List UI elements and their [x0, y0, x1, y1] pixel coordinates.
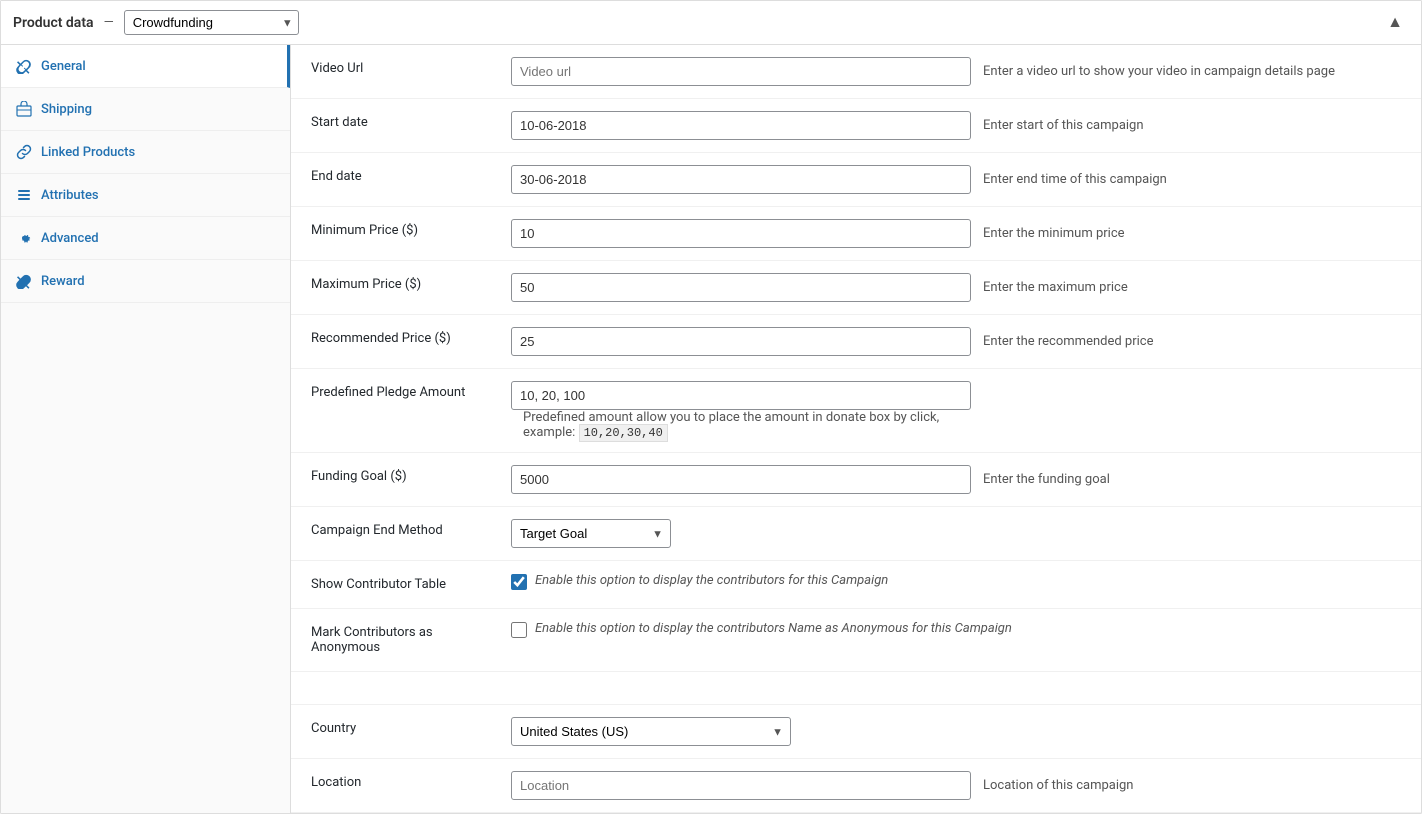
field-row-recommended-price: Enter the recommended price	[511, 327, 1401, 356]
checkbox-label-mark-contributors-anonymous: Enable this option to display the contri…	[535, 621, 1012, 636]
row-location: Location Location of this campaign	[291, 759, 1421, 813]
sidebar-item-label-attributes: Attributes	[41, 188, 99, 203]
label-location: Location	[311, 775, 361, 790]
sidebar-item-label-reward: Reward	[41, 274, 85, 289]
row-end-date: End date Enter end time of this campaign	[291, 153, 1421, 207]
label-campaign-end-method: Campaign End Method	[311, 523, 443, 538]
hint-predefined-pledge: Predefined amount allow you to place the…	[523, 410, 943, 440]
link-icon	[15, 143, 33, 161]
row-recommended-price: Recommended Price ($) Enter the recommen…	[291, 315, 1421, 369]
field-row-predefined-pledge: Predefined amount allow you to place the…	[511, 381, 1401, 440]
box-icon	[15, 100, 33, 118]
collapse-button[interactable]: ▲	[1381, 12, 1409, 34]
hint-location: Location of this campaign	[983, 778, 1133, 793]
label-country: Country	[311, 721, 356, 736]
input-minimum-price[interactable]	[511, 219, 971, 248]
header-right: ▲	[1381, 12, 1409, 34]
row-funding-goal: Funding Goal ($) Enter the funding goal	[291, 453, 1421, 507]
sidebar-item-shipping[interactable]: Shipping	[1, 88, 290, 131]
sidebar-item-advanced[interactable]: Advanced	[1, 217, 290, 260]
form-table: Video Url Enter a video url to show your…	[291, 45, 1421, 813]
row-video-url: Video Url Enter a video url to show your…	[291, 45, 1421, 99]
input-maximum-price[interactable]	[511, 273, 971, 302]
product-data-dash: —	[104, 15, 114, 30]
predefined-pledge-code-example: 10,20,30,40	[579, 424, 668, 442]
field-row-start-date: Enter start of this campaign	[511, 111, 1401, 140]
hint-start-date: Enter start of this campaign	[983, 118, 1144, 133]
row-start-date: Start date Enter start of this campaign	[291, 99, 1421, 153]
checkbox-mark-contributors-anonymous[interactable]	[511, 622, 527, 638]
spacer-row	[291, 672, 1421, 705]
row-show-contributor-table: Show Contributor Table Enable this optio…	[291, 561, 1421, 609]
campaign-end-method-select-wrapper: Target Goal End Date Both ▼	[511, 519, 671, 548]
product-type-select-wrapper: Crowdfunding Simple product Grouped prod…	[124, 10, 299, 35]
input-recommended-price[interactable]	[511, 327, 971, 356]
label-end-date: End date	[311, 169, 362, 184]
checkbox-row-mark-contributors-anonymous: Enable this option to display the contri…	[511, 621, 1401, 638]
checkbox-show-contributor-table[interactable]	[511, 574, 527, 590]
sidebar-item-attributes[interactable]: Attributes	[1, 174, 290, 217]
field-row-minimum-price: Enter the minimum price	[511, 219, 1401, 248]
label-minimum-price: Minimum Price ($)	[311, 223, 418, 238]
sidebar-item-linked-products[interactable]: Linked Products	[1, 131, 290, 174]
product-data-body: General Shipping Linked Products Attribu…	[1, 45, 1421, 813]
row-country: Country United States (US) United Kingdo…	[291, 705, 1421, 759]
input-start-date[interactable]	[511, 111, 971, 140]
sidebar-item-label-shipping: Shipping	[41, 102, 92, 117]
input-predefined-pledge[interactable]	[511, 381, 971, 410]
hint-end-date: Enter end time of this campaign	[983, 172, 1167, 187]
hint-predefined-pledge-wrapper: Predefined amount allow you to place the…	[523, 410, 943, 440]
field-row-funding-goal: Enter the funding goal	[511, 465, 1401, 494]
sidebar-item-label-general: General	[41, 59, 86, 74]
hint-maximum-price: Enter the maximum price	[983, 280, 1128, 295]
product-data-header: Product data — Crowdfunding Simple produ…	[1, 1, 1421, 45]
hint-video-url: Enter a video url to show your video in …	[983, 64, 1335, 79]
list-icon	[15, 186, 33, 204]
field-row-location: Location of this campaign	[511, 771, 1401, 800]
field-row-end-date: Enter end time of this campaign	[511, 165, 1401, 194]
gear-icon	[15, 229, 33, 247]
label-mark-contributors-anonymous: Mark Contributors as Anonymous	[311, 625, 481, 655]
row-campaign-end-method: Campaign End Method Target Goal End Date…	[291, 507, 1421, 561]
sidebar: General Shipping Linked Products Attribu…	[1, 45, 291, 813]
field-row-video-url: Enter a video url to show your video in …	[511, 57, 1401, 86]
sidebar-item-reward[interactable]: Reward	[1, 260, 290, 303]
input-location[interactable]	[511, 771, 971, 800]
product-type-select[interactable]: Crowdfunding Simple product Grouped prod…	[124, 10, 299, 35]
label-show-contributor-table: Show Contributor Table	[311, 577, 446, 592]
input-funding-goal[interactable]	[511, 465, 971, 494]
select-country[interactable]: United States (US) United Kingdom (UK) C…	[511, 717, 791, 746]
hint-funding-goal: Enter the funding goal	[983, 472, 1110, 487]
label-funding-goal: Funding Goal ($)	[311, 469, 407, 484]
sidebar-item-general[interactable]: General	[1, 45, 290, 88]
product-data-title: Product data	[13, 15, 94, 31]
field-row-maximum-price: Enter the maximum price	[511, 273, 1401, 302]
hint-minimum-price: Enter the minimum price	[983, 226, 1125, 241]
checkbox-label-show-contributor-table: Enable this option to display the contri…	[535, 573, 888, 588]
row-minimum-price: Minimum Price ($) Enter the minimum pric…	[291, 207, 1421, 261]
wrench-icon	[15, 57, 33, 75]
row-mark-contributors-anonymous: Mark Contributors as Anonymous Enable th…	[291, 609, 1421, 672]
sidebar-item-label-advanced: Advanced	[41, 231, 99, 246]
country-select-wrapper: United States (US) United Kingdom (UK) C…	[511, 717, 791, 746]
sidebar-item-label-linked-products: Linked Products	[41, 145, 135, 160]
checkbox-row-show-contributor-table: Enable this option to display the contri…	[511, 573, 1401, 590]
row-predefined-pledge: Predefined Pledge Amount Predefined amou…	[291, 369, 1421, 453]
label-start-date: Start date	[311, 115, 368, 130]
label-video-url: Video Url	[311, 61, 363, 76]
row-maximum-price: Maximum Price ($) Enter the maximum pric…	[291, 261, 1421, 315]
label-maximum-price: Maximum Price ($)	[311, 277, 421, 292]
input-video-url[interactable]	[511, 57, 971, 86]
reward-icon	[15, 272, 33, 290]
label-predefined-pledge: Predefined Pledge Amount	[311, 385, 465, 400]
label-recommended-price: Recommended Price ($)	[311, 331, 451, 346]
input-end-date[interactable]	[511, 165, 971, 194]
hint-recommended-price: Enter the recommended price	[983, 334, 1154, 349]
main-content: Video Url Enter a video url to show your…	[291, 45, 1421, 813]
select-campaign-end-method[interactable]: Target Goal End Date Both	[511, 519, 671, 548]
